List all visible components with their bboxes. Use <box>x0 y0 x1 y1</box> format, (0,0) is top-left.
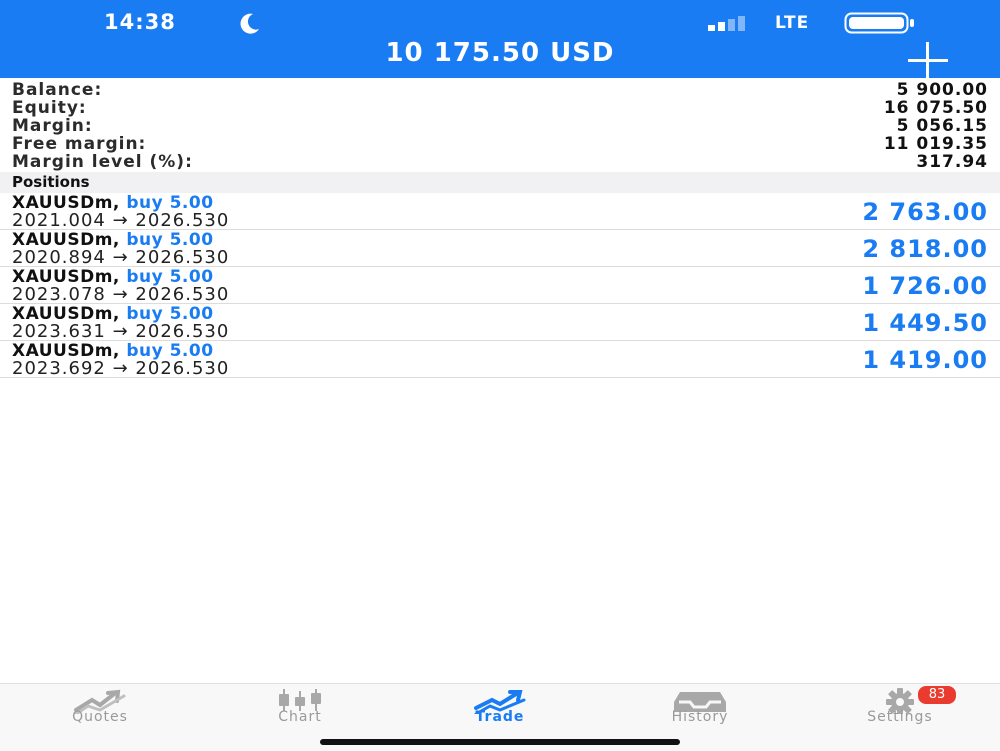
margin-row: Margin: 5 056.15 <box>12 116 988 136</box>
margin-value: 5 056.15 <box>896 116 988 136</box>
position-prices: 2023.078 → 2026.530 <box>12 284 230 305</box>
free-margin-label: Free margin: <box>12 134 147 154</box>
equity-row: Equity: 16 075.50 <box>12 98 988 118</box>
positions-list: XAUUSDm, buy 5.00 2021.004 → 2026.530 2 … <box>0 193 1000 379</box>
position-profit: 1 726.00 <box>862 272 988 300</box>
position-prices: 2023.631 → 2026.530 <box>12 321 230 342</box>
moon-icon <box>240 13 259 34</box>
margin-level-value: 317.94 <box>916 152 988 172</box>
account-balance-title: 10 175.50 USD <box>385 38 615 68</box>
top-bar: 14:38 LTE 10 175.50 USD <box>0 0 1000 78</box>
equity-label: Equity: <box>12 98 87 118</box>
position-profit: 1 419.00 <box>862 346 988 374</box>
account-summary: Balance: 5 900.00 Equity: 16 075.50 Marg… <box>0 78 1000 172</box>
position-prices: 2021.004 → 2026.530 <box>12 210 230 231</box>
tab-label: Trade <box>475 709 525 725</box>
tab-label: Quotes <box>72 709 128 725</box>
position-row[interactable]: XAUUSDm, buy 5.00 2020.894 → 2026.530 2 … <box>0 230 1000 268</box>
position-prices: 2020.894 → 2026.530 <box>12 247 230 268</box>
position-prices: 2023.692 → 2026.530 <box>12 358 230 379</box>
signal-icon <box>708 16 745 31</box>
network-type: LTE <box>775 13 810 33</box>
tab-label: Settings <box>867 709 933 725</box>
balance-value: 5 900.00 <box>896 80 988 100</box>
balance-row: Balance: 5 900.00 <box>12 80 988 100</box>
margin-level-row: Margin level (%): 317.94 <box>12 152 988 172</box>
positions-section-header: Positions <box>0 172 1000 193</box>
free-margin-row: Free margin: 11 019.35 <box>12 134 988 154</box>
position-row[interactable]: XAUUSDm, buy 5.00 2023.692 → 2026.530 1 … <box>0 341 1000 379</box>
position-profit: 1 449.50 <box>862 309 988 337</box>
tab-history[interactable]: History <box>600 684 800 734</box>
battery-icon <box>844 12 914 34</box>
status-time: 14:38 <box>104 10 176 34</box>
position-row[interactable]: XAUUSDm, buy 5.00 2021.004 → 2026.530 2 … <box>0 193 1000 231</box>
margin-level-label: Margin level (%): <box>12 152 193 172</box>
position-row[interactable]: XAUUSDm, buy 5.00 2023.078 → 2026.530 1 … <box>0 267 1000 305</box>
position-profit: 2 818.00 <box>862 235 988 263</box>
free-margin-value: 11 019.35 <box>883 134 988 154</box>
equity-value: 16 075.50 <box>883 98 988 118</box>
position-row[interactable]: XAUUSDm, buy 5.00 2023.631 → 2026.530 1 … <box>0 304 1000 342</box>
notification-badge: 83 <box>916 684 958 706</box>
home-indicator <box>320 739 680 745</box>
tab-settings[interactable]: 83 Settings <box>800 684 1000 734</box>
tab-quotes[interactable]: Quotes <box>0 684 200 734</box>
margin-label: Margin: <box>12 116 93 136</box>
tab-trade[interactable]: Trade <box>400 684 600 734</box>
tab-chart[interactable]: Chart <box>200 684 400 734</box>
tab-label: Chart <box>278 709 322 725</box>
add-order-button[interactable] <box>904 38 952 78</box>
balance-label: Balance: <box>12 80 103 100</box>
positions-title: Positions <box>12 173 90 191</box>
tab-label: History <box>671 709 729 725</box>
position-profit: 2 763.00 <box>862 198 988 226</box>
